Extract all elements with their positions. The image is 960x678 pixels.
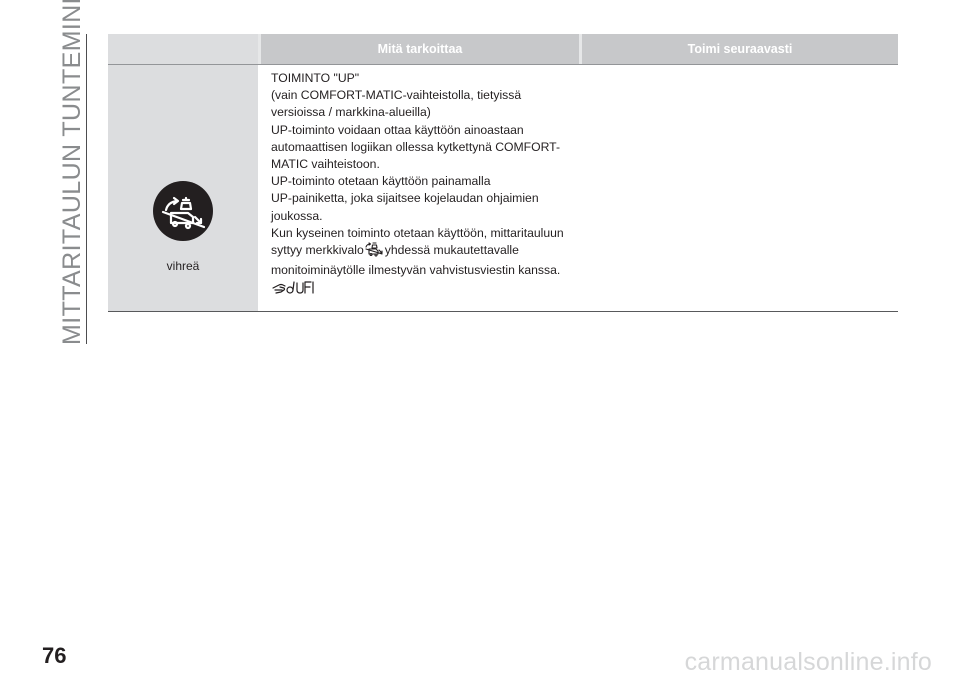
header-action: Toimi seuraavasti [582, 34, 898, 64]
page-number: 76 [42, 643, 67, 668]
reference-line [271, 279, 576, 300]
action-cell [576, 65, 898, 311]
truck-uphill-icon [153, 181, 213, 241]
meaning-cell: TOIMINTO "UP" (vain COMFORT-MATIC-vaihte… [258, 65, 576, 311]
manual-page: MITTARITAULUN TUNTEMINEN Mitä tarkoittaa… [0, 0, 960, 678]
header-icon-column [108, 34, 258, 64]
meaning-line: joukossa. [271, 208, 323, 223]
indicator-color-label: vihreä [166, 259, 200, 273]
truck-uphill-icon [365, 242, 383, 262]
meaning-line: MATIC vaihteistoon. [271, 157, 380, 172]
meaning-line: automaattisen logiikan ollessa kytkettyn… [271, 139, 561, 154]
hand-book-reference-icon [272, 279, 316, 300]
table-row: vihreä TOIMINTO "UP" (vain COMFORT-MATIC… [108, 65, 898, 312]
side-divider [86, 34, 87, 344]
meaning-line: monitoiminäytölle ilmestyvän vahvistusvi… [271, 263, 561, 278]
table-header: Mitä tarkoittaa Toimi seuraavasti [108, 34, 898, 65]
section-title-text: MITTARITAULUN TUNTEMINEN [58, 0, 86, 345]
meaning-text: syttyy merkkivalo [271, 243, 364, 258]
indicator-cell: vihreä [108, 65, 258, 311]
meaning-line: UP-painiketta, joka sijaitsee kojelaudan… [271, 191, 539, 206]
meaning-line-with-icon: syttyy merkkivalo yhdessä mukautettavalle [271, 242, 576, 262]
meaning-line: TOIMINTO "UP" [271, 71, 360, 85]
meaning-line: UP-toiminto otetaan käyttöön painamalla [271, 174, 491, 189]
warning-light-table: Mitä tarkoittaa Toimi seuraavasti vihreä… [108, 34, 898, 312]
meaning-line: (vain COMFORT-MATIC-vaihteistolla, tiety… [271, 88, 522, 103]
meaning-line: Kun kyseinen toiminto otetaan käyttöön, … [271, 225, 564, 240]
meaning-text: yhdessä mukautettavalle [384, 243, 519, 258]
meaning-line: versioissa / markkina-alueilla) [271, 105, 431, 120]
header-meaning: Mitä tarkoittaa [261, 34, 579, 64]
meaning-line: UP-toiminto voidaan ottaa käyttöön ainoa… [271, 122, 524, 137]
watermark: carmanualsonline.info [684, 648, 932, 676]
